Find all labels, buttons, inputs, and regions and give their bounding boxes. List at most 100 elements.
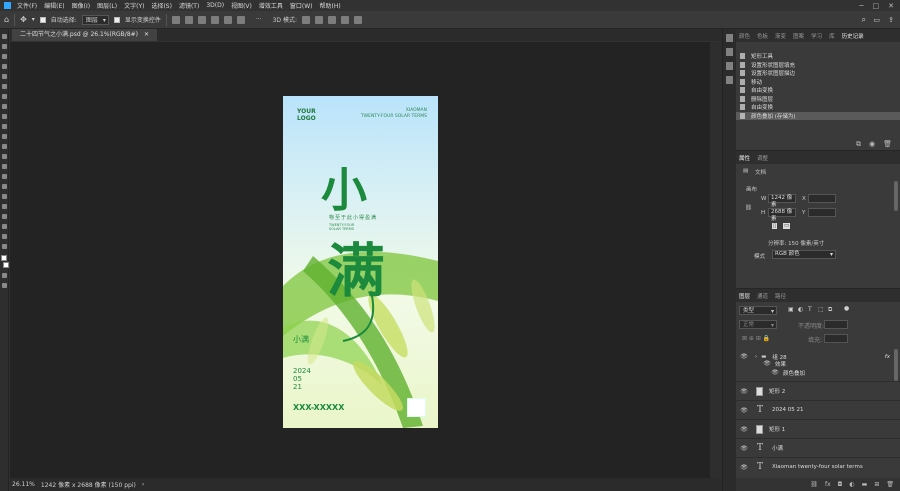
history-item[interactable]: 自由变换 xyxy=(736,103,900,112)
character-panel-icon[interactable] xyxy=(726,34,733,42)
menu-type[interactable]: 文字(Y) xyxy=(124,1,144,10)
menu-image[interactable]: 图像(I) xyxy=(72,1,90,10)
visibility-icon[interactable]: 👁 xyxy=(739,407,749,414)
blend-mode-dropdown[interactable]: 正常 xyxy=(739,320,777,330)
minimize-icon[interactable]: ─ xyxy=(859,2,863,10)
fill-field[interactable] xyxy=(824,334,848,343)
width-field[interactable]: 1242 像素 xyxy=(768,194,796,208)
adjust-panel-icon[interactable] xyxy=(726,76,733,84)
y-field[interactable] xyxy=(808,208,836,217)
layer-row-text[interactable]: 👁 T 2024 05 21 xyxy=(736,400,900,419)
align-bottom-icon[interactable] xyxy=(236,15,245,24)
tab-learn[interactable]: 学习 xyxy=(811,32,822,40)
maximize-icon[interactable]: □ xyxy=(873,2,880,10)
add-mask-icon[interactable]: ◘ xyxy=(838,481,843,488)
history-item[interactable]: 删除图层 xyxy=(736,95,900,104)
visibility-icon[interactable]: 👁 xyxy=(770,369,780,376)
new-group-icon[interactable]: ▬ xyxy=(862,481,868,488)
close-tab-icon[interactable]: ✕ xyxy=(144,31,149,38)
document-tab[interactable]: 二十四节气之小满.psd @ 26.1%(RGB/8#) ✕ xyxy=(12,29,157,41)
history-item[interactable]: 设置形状图层描边 xyxy=(736,69,900,78)
layer-row-shape[interactable]: 👁 矩形 2 xyxy=(736,381,900,400)
x-field[interactable] xyxy=(808,194,836,203)
history-item[interactable]: 设置形状图层填充 xyxy=(736,61,900,70)
pan-3d-icon[interactable] xyxy=(327,15,336,24)
layer-row-text[interactable]: 👁 T 小满 xyxy=(736,438,900,457)
visibility-icon[interactable]: 👁 xyxy=(739,445,749,452)
home-icon[interactable]: ⌂ xyxy=(4,15,9,24)
align-right-icon[interactable] xyxy=(197,15,206,24)
quick-mask-icon[interactable] xyxy=(2,273,7,278)
menu-edit[interactable]: 编辑(E) xyxy=(44,1,64,10)
screen-mode-icon[interactable] xyxy=(2,283,7,288)
eyedropper-tool-icon[interactable] xyxy=(2,94,7,99)
search-icon[interactable]: ⌕ xyxy=(862,15,866,25)
edit-toolbar-icon[interactable] xyxy=(2,244,7,249)
filter-shape-icon[interactable]: ⬚ xyxy=(818,306,824,313)
tab-history[interactable]: 历史记录 xyxy=(842,32,864,40)
vertical-scrollbar[interactable] xyxy=(710,42,722,478)
tab-patterns[interactable]: 图案 xyxy=(793,32,804,40)
visibility-icon[interactable]: 👁 xyxy=(739,388,749,395)
share-icon[interactable]: ⇪ xyxy=(888,16,894,24)
camera-3d-icon[interactable] xyxy=(353,15,362,24)
filter-adjustment-icon[interactable]: ◐ xyxy=(798,306,803,313)
zoom-tool-icon[interactable] xyxy=(2,234,7,239)
snapshot-icon[interactable]: ◉ xyxy=(869,140,875,148)
color-mode-dropdown[interactable]: RGB 颜色 xyxy=(772,250,836,259)
menu-layer[interactable]: 图层(L) xyxy=(97,1,117,10)
landscape-orientation-icon[interactable]: ▭ xyxy=(783,223,791,229)
link-layers-icon[interactable]: ⛓ xyxy=(810,481,818,488)
filter-pixel-icon[interactable]: ▣ xyxy=(788,306,794,313)
path-select-tool-icon[interactable] xyxy=(2,204,7,209)
background-color-swatch[interactable] xyxy=(3,262,9,268)
align-middle-icon[interactable] xyxy=(223,15,232,24)
tab-paths[interactable]: 路径 xyxy=(775,292,786,300)
poster-document[interactable]: YOUR LOGO XIAOMAN TWENTY-FOUR SOLAR TERMS … xyxy=(283,96,438,428)
foreground-color-swatch[interactable] xyxy=(1,255,7,261)
marquee-tool-icon[interactable] xyxy=(2,44,7,49)
filter-smart-icon[interactable]: ⧉ xyxy=(828,306,832,314)
tab-channels[interactable]: 通道 xyxy=(757,292,768,300)
filter-type-icon[interactable]: T xyxy=(808,306,812,313)
healing-brush-tool-icon[interactable] xyxy=(2,104,7,109)
tab-gradients[interactable]: 渐变 xyxy=(775,32,786,40)
delete-icon[interactable]: 🗑 xyxy=(883,140,892,148)
layer-row-color-overlay[interactable]: 👁 颜色叠加 xyxy=(736,368,900,377)
align-center-icon[interactable] xyxy=(184,15,193,24)
move-tool-icon[interactable]: ✥ xyxy=(20,15,27,24)
lasso-tool-icon[interactable] xyxy=(2,54,7,59)
layer-row-text[interactable]: 👁 T Xiaoman twenty-four solar terms xyxy=(736,457,900,476)
close-icon[interactable]: ✕ xyxy=(888,2,894,10)
crop-tool-icon[interactable] xyxy=(2,74,7,79)
layer-filter-dropdown[interactable]: 类型 xyxy=(739,306,777,316)
hand-tool-icon[interactable] xyxy=(2,224,7,229)
tool-preset-dropdown[interactable]: ▾ xyxy=(32,16,35,23)
info-panel-icon[interactable] xyxy=(726,62,733,70)
paragraph-panel-icon[interactable] xyxy=(726,48,733,56)
menu-plugins[interactable]: 增效工具 xyxy=(259,1,283,10)
quick-select-tool-icon[interactable] xyxy=(2,64,7,69)
adjustment-layer-icon[interactable]: ◐ xyxy=(849,481,854,488)
menu-window[interactable]: 窗口(W) xyxy=(290,1,313,10)
frame-tool-icon[interactable] xyxy=(2,84,7,89)
auto-select-checkbox[interactable] xyxy=(39,16,46,23)
move-tool-icon[interactable] xyxy=(2,34,7,39)
menu-3d[interactable]: 3D(D) xyxy=(206,2,224,9)
tab-adjustments[interactable]: 调整 xyxy=(757,154,768,162)
menu-view[interactable]: 视图(V) xyxy=(231,1,252,10)
show-transform-checkbox[interactable] xyxy=(113,16,120,23)
link-dimensions-icon[interactable]: ⛓ xyxy=(745,205,752,211)
pen-tool-icon[interactable] xyxy=(2,184,7,189)
height-field[interactable]: 2688 像素 xyxy=(768,208,796,222)
gradient-tool-icon[interactable] xyxy=(2,154,7,159)
orbit-3d-icon[interactable] xyxy=(301,15,310,24)
menu-filter[interactable]: 滤镜(T) xyxy=(179,1,199,10)
align-left-icon[interactable] xyxy=(171,15,180,24)
workspace-icon[interactable]: ▭ xyxy=(873,16,880,24)
canvas-section-header[interactable]: 画布 xyxy=(746,185,757,193)
shape-tool-icon[interactable] xyxy=(2,214,7,219)
tab-libraries[interactable]: 库 xyxy=(829,32,835,40)
history-item[interactable]: 移动 xyxy=(736,78,900,87)
history-brush-tool-icon[interactable] xyxy=(2,134,7,139)
